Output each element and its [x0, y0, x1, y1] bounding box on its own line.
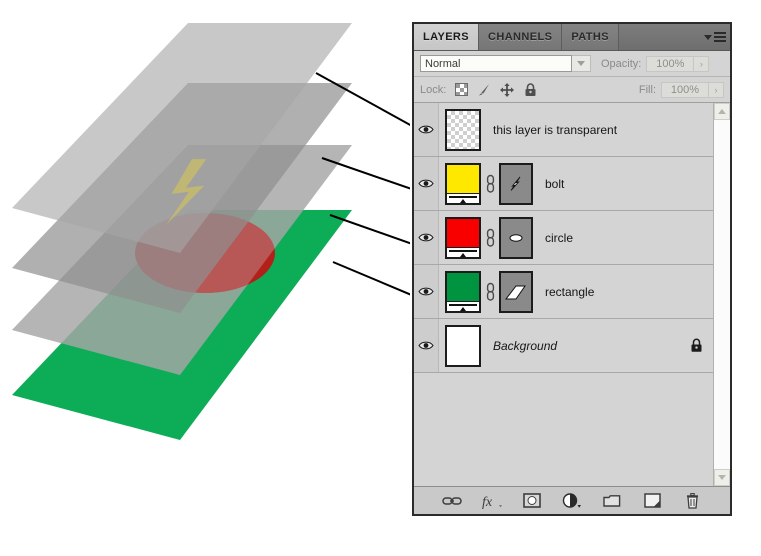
layer-name[interactable]: circle	[533, 231, 713, 245]
fill-value[interactable]: 100%	[661, 81, 709, 98]
trash-icon[interactable]	[682, 491, 702, 511]
checkerboard-icon[interactable]	[453, 82, 469, 98]
panel-menu-icon[interactable]	[700, 24, 730, 50]
layer-thumbnail[interactable]	[445, 270, 481, 313]
bolt-mask-shape	[510, 176, 521, 191]
fx-icon[interactable]: fx	[482, 491, 502, 511]
fill-stepper[interactable]: ›	[709, 81, 724, 98]
layer-name[interactable]: this layer is transparent	[481, 123, 713, 137]
layer-name[interactable]: bolt	[533, 177, 713, 191]
layer-visibility-toggle[interactable]	[414, 211, 439, 264]
layer-lock-icon	[690, 338, 703, 353]
checkerboard-pattern	[447, 110, 479, 149]
thumbnail-fill	[447, 164, 479, 194]
panel-tab-bar: LAYERS CHANNELS PATHS	[414, 24, 730, 51]
panel-footer-toolbar: fx	[414, 486, 730, 514]
lock-label: Lock:	[420, 83, 447, 96]
chevron-down-icon	[577, 61, 585, 66]
blend-mode-dropdown-arrow[interactable]	[572, 55, 591, 72]
layer-list-container: this layer is transparent bolt circle re…	[414, 103, 730, 486]
table-row[interactable]: Background	[414, 319, 713, 373]
folder-icon[interactable]	[602, 491, 622, 511]
svg-text:fx: fx	[482, 495, 493, 509]
tab-paths[interactable]: PATHS	[562, 24, 619, 50]
thumbnail-fill	[447, 326, 479, 365]
vector-mask-thumbnail[interactable]	[499, 162, 533, 205]
half-circle-icon[interactable]	[562, 491, 582, 511]
triangle-down-icon	[704, 34, 712, 40]
blend-mode-select[interactable]: Normal	[420, 55, 572, 72]
gradient-slider-bar	[447, 192, 479, 203]
circle-mask-shape	[509, 233, 523, 242]
scroll-up-button[interactable]	[714, 103, 730, 120]
blend-mode-row: Normal Opacity: 100% ›	[414, 51, 730, 77]
table-row[interactable]: rectangle	[414, 265, 713, 319]
tab-channels[interactable]: CHANNELS	[479, 24, 563, 50]
layers-illustration	[0, 0, 410, 556]
table-row[interactable]: bolt	[414, 157, 713, 211]
layer-mask-icon[interactable]	[522, 491, 542, 511]
layer-list-scrollbar[interactable]	[713, 103, 730, 486]
layer-thumbnail[interactable]	[445, 324, 481, 367]
thumbnail-fill	[447, 218, 479, 248]
fill-label: Fill:	[638, 83, 656, 96]
table-row[interactable]: this layer is transparent	[414, 103, 713, 157]
rectangle-mask-shape	[504, 285, 526, 299]
new-layer-icon[interactable]	[642, 491, 662, 511]
layer-visibility-toggle[interactable]	[414, 265, 439, 318]
eye-icon	[418, 233, 434, 242]
chevron-down-icon	[718, 475, 726, 480]
vector-mask-thumbnail[interactable]	[499, 216, 533, 259]
layer-thumbnail[interactable]	[445, 216, 481, 259]
link-chain-icon[interactable]	[442, 491, 462, 511]
eye-icon	[418, 341, 434, 350]
eye-icon	[418, 287, 434, 296]
move-arrows-icon[interactable]	[499, 82, 515, 98]
scroll-down-button[interactable]	[714, 469, 730, 486]
mask-link-icon[interactable]	[483, 282, 497, 302]
layer-visibility-toggle[interactable]	[414, 319, 439, 372]
layer-thumbnail[interactable]	[445, 162, 481, 205]
eye-icon	[418, 125, 434, 134]
hamburger-icon	[714, 32, 726, 42]
padlock-icon[interactable]	[522, 82, 538, 98]
gradient-slider-bar	[447, 246, 479, 257]
chevron-up-icon	[718, 109, 726, 114]
eye-icon	[418, 179, 434, 188]
thumbnail-fill	[447, 272, 479, 302]
layer-name[interactable]: rectangle	[533, 285, 713, 299]
lock-row: Lock: Fill: 100% ›	[414, 77, 730, 103]
opacity-stepper[interactable]: ›	[694, 55, 710, 72]
tab-layers[interactable]: LAYERS	[414, 24, 480, 50]
layer-thumbnail[interactable]	[445, 108, 481, 151]
vector-mask-thumbnail[interactable]	[499, 270, 533, 313]
opacity-value[interactable]: 100%	[646, 55, 695, 72]
opacity-label: Opacity:	[601, 57, 642, 70]
layer-name[interactable]: Background	[481, 339, 690, 353]
brush-icon[interactable]	[476, 82, 492, 98]
gradient-slider-bar	[447, 300, 479, 311]
tab-bar-spacer	[618, 24, 700, 50]
mask-link-icon[interactable]	[483, 174, 497, 194]
layers-panel: LAYERS CHANNELS PATHS Normal Opacity: 10…	[412, 22, 732, 516]
layer-list: this layer is transparent bolt circle re…	[414, 103, 713, 486]
scrollbar-track[interactable]	[714, 120, 730, 469]
mask-link-icon[interactable]	[483, 228, 497, 248]
layer-visibility-toggle[interactable]	[414, 103, 439, 156]
table-row[interactable]: circle	[414, 211, 713, 265]
layer-list-empty-area	[414, 373, 713, 486]
layer-visibility-toggle[interactable]	[414, 157, 439, 210]
